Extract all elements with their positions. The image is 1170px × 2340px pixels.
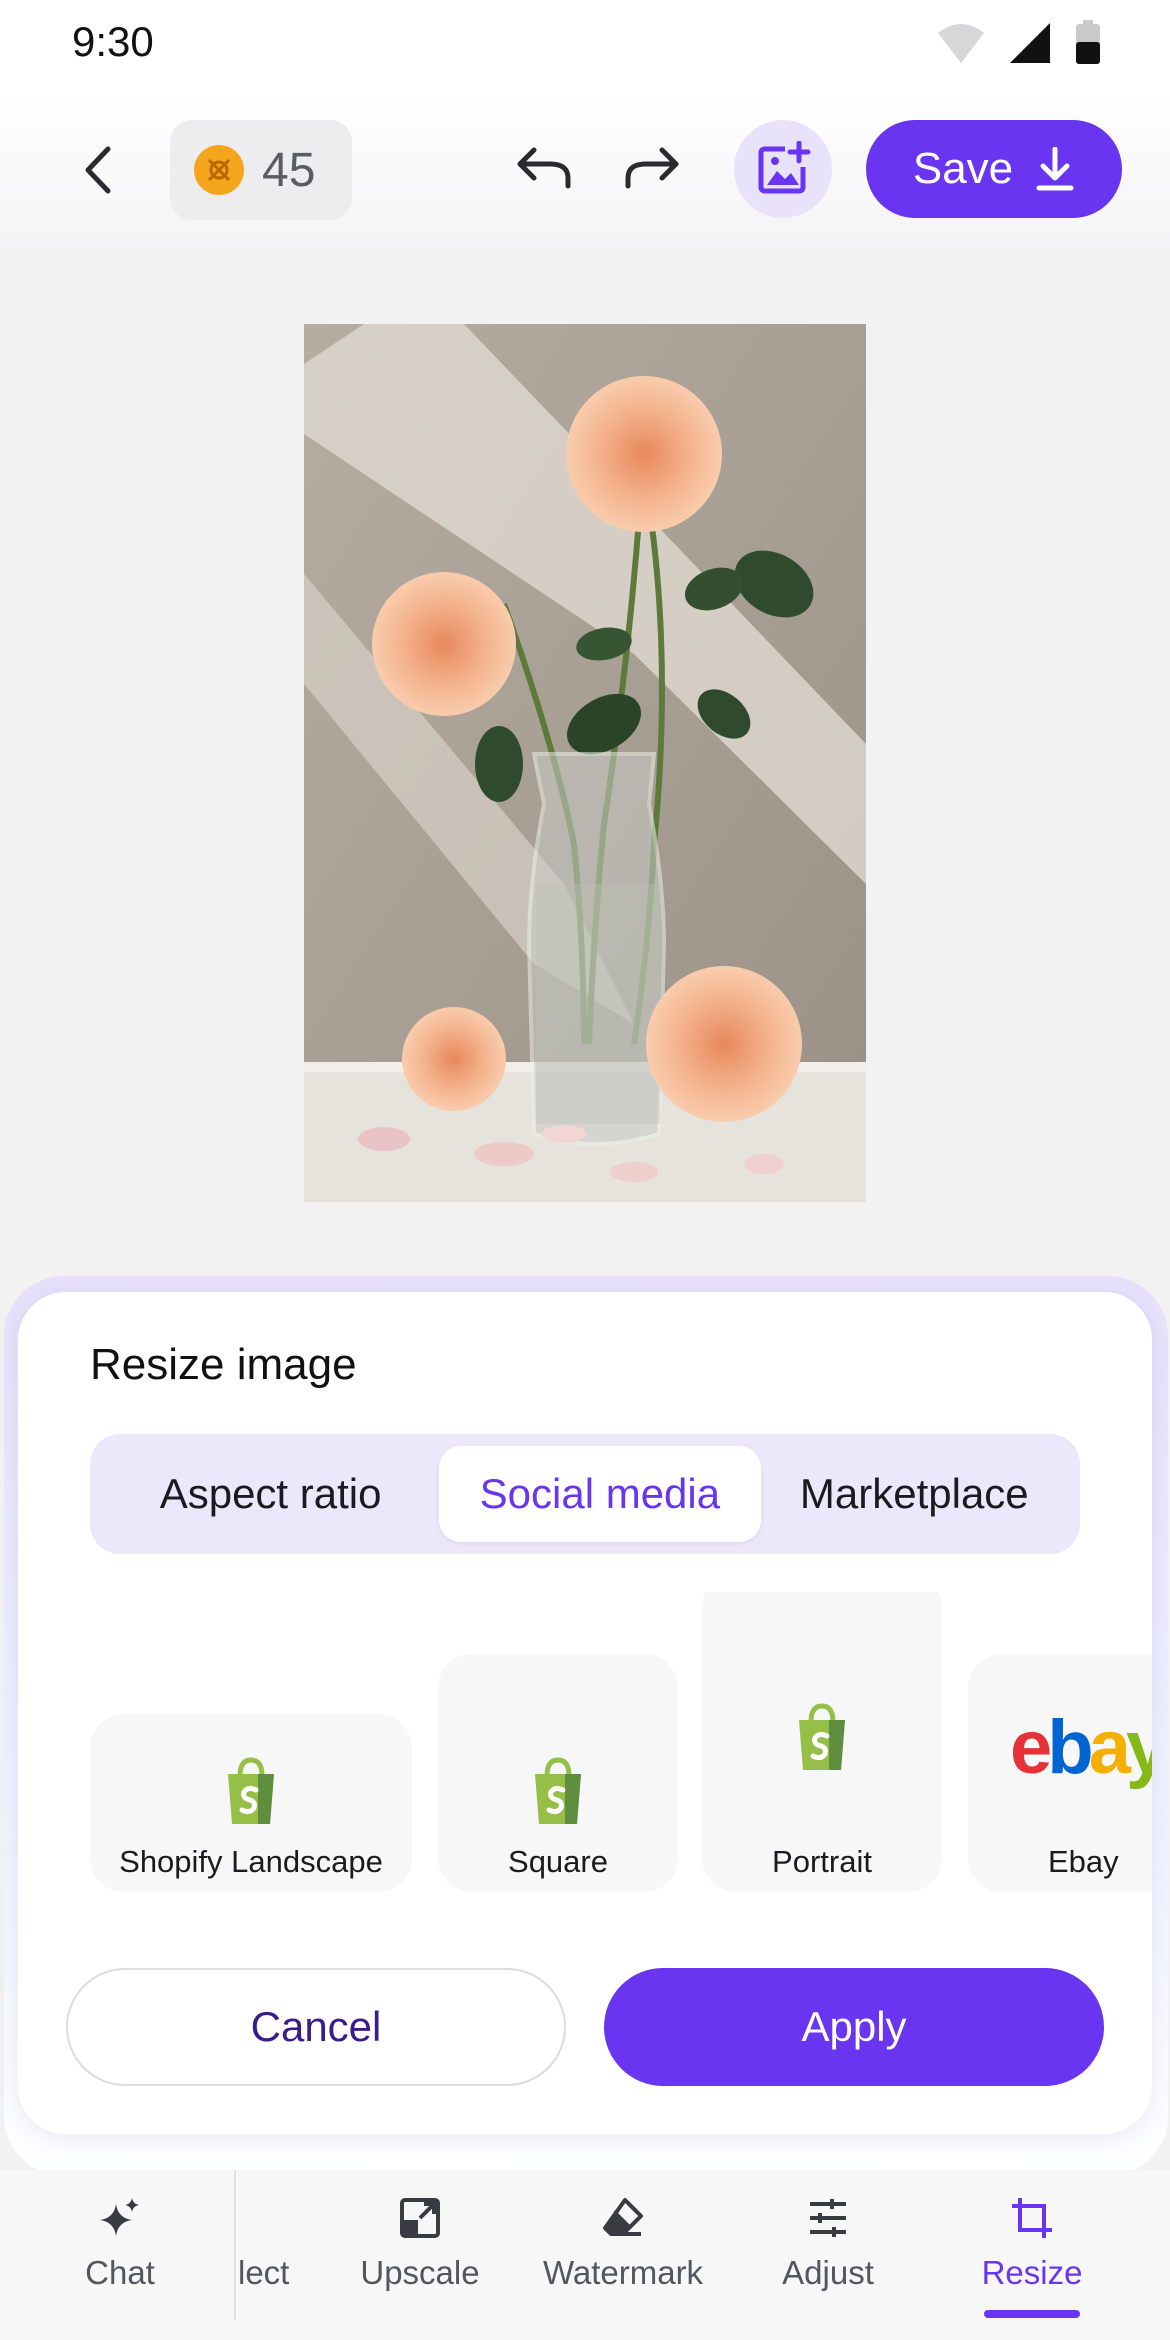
undo-icon [517,147,571,189]
nav-label: lect [238,2254,290,2291]
nav-item-chat[interactable]: Chat [70,2190,170,2292]
tab-marketplace[interactable]: Marketplace [761,1446,1068,1542]
add-image-icon [758,141,811,194]
preset-list: Shopify Landscape Square Portrait ebay E… [18,1592,1152,1912]
tab-social-media[interactable]: Social media [439,1446,761,1542]
signal-icon [1010,23,1050,63]
resize-sheet: Resize image Aspect ratio Social media M… [18,1292,1152,2134]
nav-divider [234,2170,236,2320]
resize-tabs: Aspect ratio Social media Marketplace [90,1434,1080,1554]
add-image-button[interactable] [734,120,832,218]
nav-label: Chat [85,2254,155,2291]
tab-aspect-ratio[interactable]: Aspect ratio [102,1446,439,1542]
edited-photo[interactable] [304,324,866,1202]
status-time: 9:30 [72,18,154,65]
coin-icon [194,145,244,195]
cancel-button[interactable]: Cancel [66,1968,566,2086]
apply-button[interactable]: Apply [604,1968,1104,2086]
undo-button[interactable] [512,136,576,200]
status-icons [936,20,1102,66]
nav-item-resize[interactable]: Resize [972,2190,1092,2292]
nav-label: Resize [981,2254,1083,2291]
preset-label: Square [508,1844,608,1879]
credits-count: 45 [262,143,316,197]
save-label: Save [912,144,1014,193]
nav-label: Upscale [360,2254,480,2291]
eraser-icon [595,2190,651,2246]
preset-label: Shopify Landscape [119,1844,383,1879]
preset-label: Ebay [1048,1844,1119,1879]
ebay-logo: ebay [1010,1705,1152,1790]
preset-portrait[interactable]: Portrait [702,1592,942,1892]
sheet-title: Resize image [90,1340,357,1389]
roses-in-vase-image [304,324,866,1202]
nav-item-upscale[interactable]: Upscale [352,2190,488,2292]
redo-icon [625,147,679,189]
nav-item-adjust[interactable]: Adjust [778,2190,878,2292]
credits-badge[interactable]: 45 [170,120,352,220]
back-button[interactable] [66,138,130,202]
sparkle-icon [92,2190,148,2246]
nav-label: Adjust [782,2254,874,2291]
nav-label: Watermark [542,2254,704,2291]
bottom-nav: Chat lect Upscale Watermark Adjust Resiz… [0,2170,1170,2340]
status-bar: 9:30 [0,0,1170,90]
nav-item-watermark[interactable]: Watermark [536,2190,710,2292]
active-tab-indicator [984,2310,1080,2318]
battery-icon [1076,20,1100,64]
preset-shopify-landscape[interactable]: Shopify Landscape [90,1714,412,1892]
redo-button[interactable] [620,136,684,200]
preset-label: Portrait [772,1844,872,1879]
crop-icon [1004,2190,1060,2246]
nav-item-select[interactable]: lect [238,2190,298,2292]
upscale-icon [392,2190,448,2246]
preset-square[interactable]: Square [438,1654,678,1892]
sliders-icon [800,2190,856,2246]
shopify-icon [791,1702,853,1772]
top-toolbar: 45 Save [0,90,1170,250]
save-button[interactable]: Save [866,120,1122,218]
download-icon [1036,147,1074,191]
wifi-icon [938,24,984,63]
shopify-icon [527,1756,589,1826]
chevron-left-icon [85,146,111,194]
shopify-icon [220,1756,282,1826]
preset-ebay[interactable]: ebay Ebay [968,1654,1152,1892]
